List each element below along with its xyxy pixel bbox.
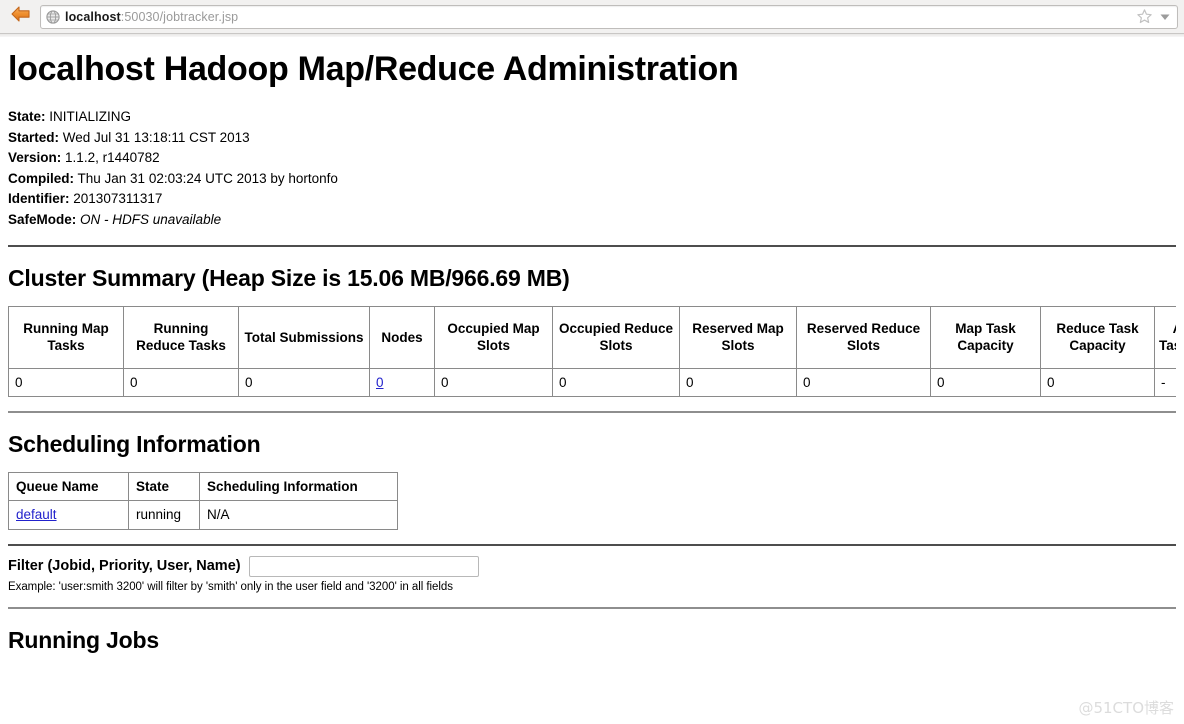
col-reserved-reduce-slots: Reserved Reduce Slots (797, 306, 931, 369)
col-queue-scheduling-information: Scheduling Information (200, 473, 397, 501)
status-value-identifier: 201307311317 (73, 191, 163, 207)
status-line-version: Version: 1.1.2, r1440782 (8, 148, 1176, 169)
url-path: :50030/jobtracker.jsp (120, 9, 239, 24)
url-text: localhost:50030/jobtracker.jsp (65, 10, 238, 24)
filter-row: Filter (Jobid, Priority, User, Name) (8, 555, 1176, 577)
cell-queue-scheduling-information: N/A (207, 507, 230, 523)
globe-icon (46, 9, 60, 24)
back-button[interactable] (6, 4, 36, 30)
cluster-status-list: State: INITIALIZING Started: Wed Jul 31 … (8, 107, 1176, 231)
cell-queue-state: running (129, 500, 200, 529)
running-jobs-heading: Running Jobs (8, 626, 159, 653)
url-host: localhost (65, 9, 121, 24)
cell-queue-name: default (9, 500, 129, 529)
table-row: 0 0 0 0 0 0 0 0 0 0 - (9, 368, 1176, 396)
col-occupied-map-slots: Occupied Map Slots (435, 306, 553, 369)
status-line-started: Started: Wed Jul 31 13:18:11 CST 2013 (8, 128, 1176, 149)
cluster-summary-heading: Cluster Summary (Heap Size is 15.06 MB/9… (8, 264, 570, 291)
chevron-down-icon[interactable] (1159, 11, 1171, 23)
status-value-compiled: Thu Jan 31 02:03:24 UTC 2013 by hortonfo (77, 170, 338, 186)
star-icon[interactable] (1136, 8, 1153, 25)
back-arrow-icon (9, 4, 33, 29)
status-label-compiled: Compiled: (8, 170, 74, 186)
cell-running-reduce-tasks: 0 (124, 368, 239, 396)
status-value-started: Wed Jul 31 13:18:11 CST 2013 (62, 129, 250, 145)
cell-total-submissions: 0 (239, 368, 370, 396)
cluster-summary-scroll-area: Running Map Tasks Running Reduce Tasks T… (8, 305, 1176, 397)
divider-after-status (8, 244, 1176, 247)
cell-map-task-capacity: 0 (931, 368, 1041, 396)
cell-reserved-reduce-slots: 0 (797, 368, 931, 396)
cell-avg-tasks-per-node: - (1161, 374, 1166, 390)
status-value-safemode: ON - HDFS unavailable (80, 211, 222, 227)
page-title: localhost Hadoop Map/Reduce Administrati… (8, 50, 739, 88)
col-running-map-tasks: Running Map Tasks (9, 306, 124, 369)
col-reduce-task-capacity: Reduce Task Capacity (1041, 306, 1155, 369)
status-label-started: Started: (8, 129, 60, 145)
page-content: localhost Hadoop Map/Reduce Administrati… (0, 34, 1184, 724)
col-running-reduce-tasks: Running Reduce Tasks (124, 306, 239, 369)
status-label-identifier: Identifier: (8, 191, 70, 207)
col-total-submissions: Total Submissions (239, 306, 370, 369)
nodes-link[interactable]: 0 (376, 375, 384, 390)
divider-after-cluster-summary (8, 410, 1176, 413)
status-line-state: State: INITIALIZING (8, 107, 1176, 128)
table-header-row: Running Map Tasks Running Reduce Tasks T… (9, 306, 1176, 369)
divider-after-filter (8, 606, 1176, 609)
cell-nodes: 0 (370, 368, 435, 396)
address-bar[interactable]: localhost:50030/jobtracker.jsp (40, 4, 1178, 29)
status-label-safemode: SafeMode: (8, 211, 77, 227)
status-value-version: 1.1.2, r1440782 (65, 150, 160, 166)
filter-example-text: Example: 'user:smith 3200' will filter b… (8, 580, 453, 593)
divider-before-filter (8, 543, 1176, 546)
scheduling-information-heading: Scheduling Information (8, 430, 261, 457)
table-header-row: Queue Name State Scheduling Information (9, 472, 397, 501)
col-avg-tasks-per-node: Avg. Tasks/Node (1155, 307, 1176, 369)
status-line-identifier: Identifier: 201307311317 (8, 189, 1176, 210)
col-map-task-capacity: Map Task Capacity (931, 306, 1041, 369)
col-occupied-reduce-slots: Occupied Reduce Slots (553, 306, 680, 369)
scheduling-information-table: Queue Name State Scheduling Information … (8, 471, 398, 530)
cell-occupied-map-slots: 0 (435, 368, 553, 396)
status-label-version: Version: (8, 150, 62, 166)
status-line-safemode: SafeMode: ON - HDFS unavailable (8, 210, 1176, 231)
cell-reduce-task-capacity: 0 (1041, 368, 1155, 396)
cell-occupied-reduce-slots: 0 (553, 368, 680, 396)
cluster-summary-table: Running Map Tasks Running Reduce Tasks T… (8, 305, 1176, 397)
browser-toolbar: localhost:50030/jobtracker.jsp (0, 0, 1184, 37)
col-nodes: Nodes (370, 306, 435, 369)
status-value-state: INITIALIZING (49, 109, 132, 124)
col-reserved-map-slots: Reserved Map Slots (680, 306, 797, 369)
filter-input[interactable] (248, 555, 479, 577)
address-bar-actions (1136, 8, 1173, 25)
watermark: @51CTO博客 (1078, 699, 1174, 717)
filter-label: Filter (Jobid, Priority, User, Name) (8, 558, 241, 575)
status-line-compiled: Compiled: Thu Jan 31 02:03:24 UTC 2013 b… (8, 169, 1176, 190)
status-label-state: State: (8, 109, 46, 124)
cell-running-map-tasks: 0 (9, 368, 124, 396)
col-queue-name: Queue Name (9, 472, 129, 501)
col-queue-state: State (129, 472, 200, 501)
queue-default-link[interactable]: default (16, 507, 57, 522)
table-row: default running N/A (9, 500, 397, 529)
cell-reserved-map-slots: 0 (680, 368, 797, 396)
